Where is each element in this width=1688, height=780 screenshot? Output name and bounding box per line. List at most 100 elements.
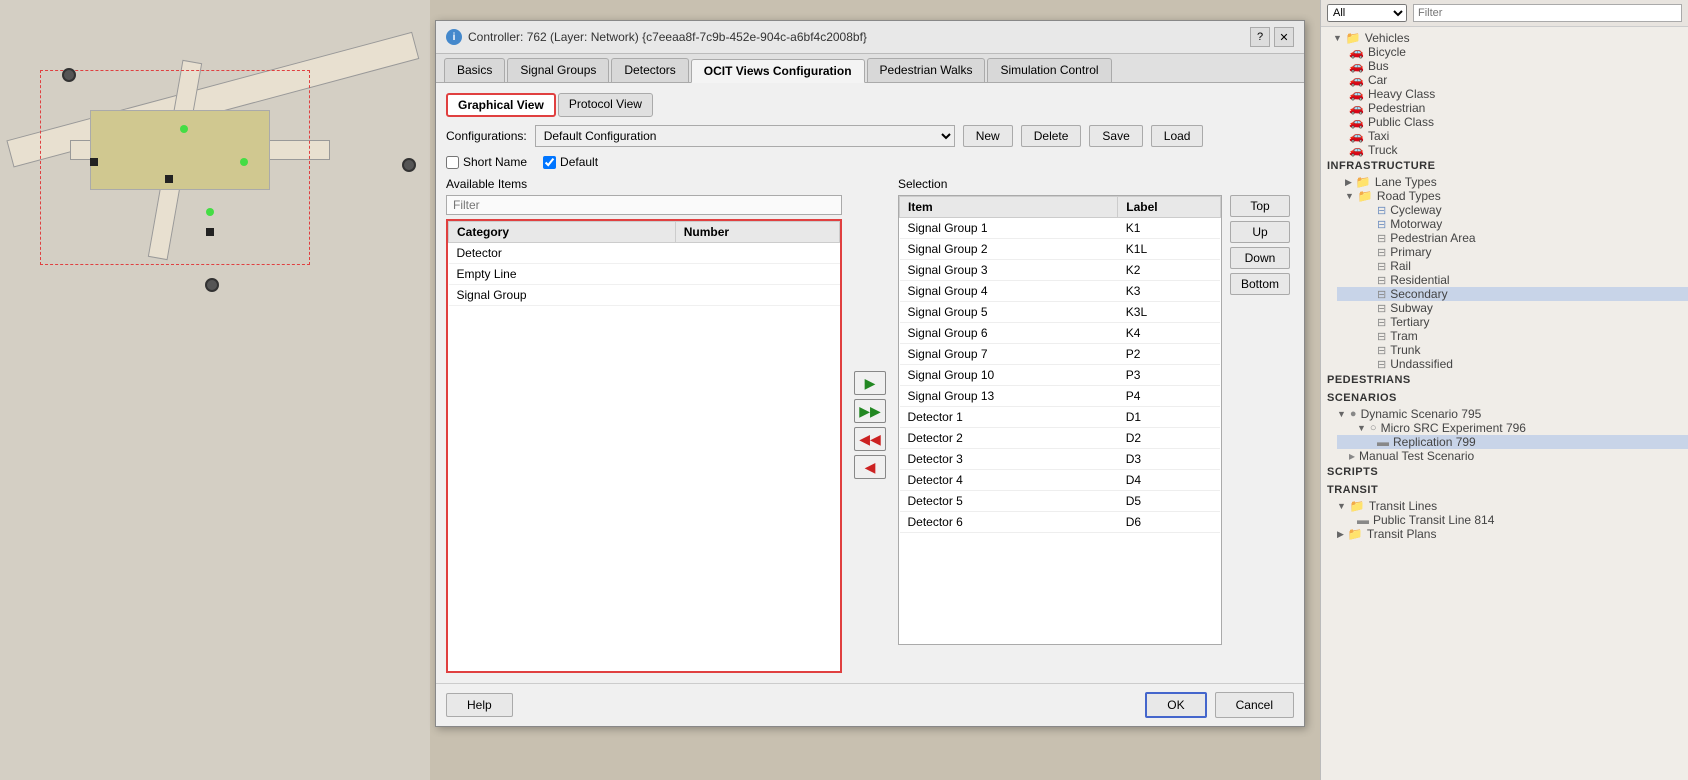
transfer-left-all-btn[interactable]: ◀◀ [854, 427, 886, 451]
selection-item-row[interactable]: Detector 3D3 [900, 449, 1221, 470]
selection-item-row[interactable]: Detector 2D2 [900, 428, 1221, 449]
bottom-button[interactable]: Bottom [1230, 273, 1290, 295]
transfer-right-all-btn[interactable]: ▶▶ [854, 399, 886, 423]
tab-ocit-views[interactable]: OCIT Views Configuration [691, 59, 865, 83]
category-header: Category [449, 222, 676, 243]
selection-item-row[interactable]: Detector 1D1 [900, 407, 1221, 428]
label-cell: K4 [1118, 323, 1221, 344]
tab-pedestrian-walks[interactable]: Pedestrian Walks [867, 58, 986, 82]
sidebar-tree: ▼ 📁 Vehicles 🚗Bicycle 🚗Bus 🚗Car 🚗Heavy C… [1321, 27, 1688, 545]
dialog-tabs: Basics Signal Groups Detectors OCIT View… [436, 54, 1304, 83]
sidebar-item-transit-lines[interactable]: ▼ 📁 Transit Lines [1329, 499, 1688, 513]
sidebar-item-primary[interactable]: ⊟Primary [1337, 245, 1688, 259]
available-item-row[interactable]: Signal Group [449, 285, 840, 306]
sub-tab-graphical[interactable]: Graphical View [446, 93, 556, 117]
sidebar-item-dynamic-scenario[interactable]: ▼ ● Dynamic Scenario 795 [1329, 407, 1688, 421]
sidebar-item-truck[interactable]: 🚗Truck [1329, 143, 1688, 157]
sidebar-item-public-class[interactable]: 🚗Public Class [1329, 115, 1688, 129]
top-button[interactable]: Top [1230, 195, 1290, 217]
sidebar-item-subway[interactable]: ⊟Subway [1337, 301, 1688, 315]
selection-item-row[interactable]: Detector 5D5 [900, 491, 1221, 512]
sidebar-item-rail[interactable]: ⊟Rail [1337, 259, 1688, 273]
cancel-button[interactable]: Cancel [1215, 692, 1294, 718]
sidebar-item-manual-test[interactable]: ▸ Manual Test Scenario [1329, 449, 1688, 463]
selection-item-row[interactable]: Signal Group 4K3 [900, 281, 1221, 302]
tab-simulation-control[interactable]: Simulation Control [987, 58, 1111, 82]
category-cell: Detector [449, 243, 676, 264]
selection-table-wrapper[interactable]: Item Label Signal Group 1K1Signal Group … [898, 195, 1222, 645]
available-items-scroll[interactable]: Category Number DetectorEmpty LineSignal… [448, 221, 840, 671]
sidebar-item-undassified[interactable]: ⊟Undassified [1337, 357, 1688, 371]
main-dialog: i Controller: 762 (Layer: Network) {c7ee… [435, 20, 1305, 727]
sub-tab-protocol[interactable]: Protocol View [558, 93, 653, 117]
sidebar-item-tertiary[interactable]: ⊟Tertiary [1337, 315, 1688, 329]
sidebar-item-lane-types[interactable]: ▶ 📁 Lane Types [1329, 175, 1688, 189]
sidebar-filter-input[interactable] [1413, 4, 1682, 22]
folder-icon: 📁 [1356, 175, 1371, 189]
available-item-row[interactable]: Detector [449, 243, 840, 264]
default-checkbox[interactable] [543, 156, 556, 169]
sidebar-item-cycleway[interactable]: ⊟Cycleway [1337, 203, 1688, 217]
sidebar-item-residential[interactable]: ⊟Residential [1337, 273, 1688, 287]
sidebar-item-bus[interactable]: 🚗Bus [1329, 59, 1688, 73]
short-name-label[interactable]: Short Name [446, 155, 527, 169]
dialog-close-btn[interactable]: ✕ [1274, 27, 1294, 47]
save-button[interactable]: Save [1089, 125, 1142, 147]
new-button[interactable]: New [963, 125, 1013, 147]
sidebar-item-replication[interactable]: ▬ Replication 799 [1337, 435, 1688, 449]
load-button[interactable]: Load [1151, 125, 1204, 147]
sidebar-dropdown[interactable]: All [1327, 4, 1407, 22]
selection-item-row[interactable]: Signal Group 3K2 [900, 260, 1221, 281]
transit-group: ▼ 📁 Transit Lines ▬ Public Transit Line … [1321, 499, 1688, 541]
selection-item-row[interactable]: Signal Group 5K3L [900, 302, 1221, 323]
label-cell: D6 [1118, 512, 1221, 533]
tab-detectors[interactable]: Detectors [611, 58, 688, 82]
available-items-table-wrapper: Category Number DetectorEmpty LineSignal… [446, 219, 842, 673]
label-cell: K3 [1118, 281, 1221, 302]
sidebar-item-car[interactable]: 🚗Car [1329, 73, 1688, 87]
vehicle-icon: 🚗 [1349, 87, 1364, 101]
sidebar-item-secondary[interactable]: ⊟Secondary [1337, 287, 1688, 301]
sidebar-item-bicycle[interactable]: 🚗Bicycle [1329, 45, 1688, 59]
up-button[interactable]: Up [1230, 221, 1290, 243]
selection-item-row[interactable]: Detector 6D6 [900, 512, 1221, 533]
down-button[interactable]: Down [1230, 247, 1290, 269]
default-label[interactable]: Default [543, 155, 598, 169]
selection-item-row[interactable]: Signal Group 7P2 [900, 344, 1221, 365]
tab-basics[interactable]: Basics [444, 58, 505, 82]
selection-item-row[interactable]: Detector 4D4 [900, 470, 1221, 491]
number-cell [675, 243, 839, 264]
selection-item-row[interactable]: Signal Group 6K4 [900, 323, 1221, 344]
config-row: Configurations: Default Configuration Ne… [446, 125, 1294, 147]
vehicle-icon: 🚗 [1349, 45, 1364, 59]
sidebar-item-taxi[interactable]: 🚗Taxi [1329, 129, 1688, 143]
sidebar-item-public-transit[interactable]: ▬ Public Transit Line 814 [1329, 513, 1688, 527]
sidebar-item-trunk[interactable]: ⊟Trunk [1337, 343, 1688, 357]
transfer-right-btn[interactable]: ▶ [854, 371, 886, 395]
sidebar-item-road-types[interactable]: ▼ 📁 Road Types [1329, 189, 1688, 203]
ok-button[interactable]: OK [1145, 692, 1206, 718]
sidebar-item-tram[interactable]: ⊟Tram [1337, 329, 1688, 343]
arrow-right-double-icon: ▶▶ [859, 403, 881, 420]
sidebar-item-motorway[interactable]: ⊟Motorway [1337, 217, 1688, 231]
scenarios-group: ▼ ● Dynamic Scenario 795 ▼ ○ Micro SRC E… [1321, 407, 1688, 463]
selection-item-row[interactable]: Signal Group 13P4 [900, 386, 1221, 407]
sidebar-item-transit-plans[interactable]: ▶ 📁 Transit Plans [1329, 527, 1688, 541]
configurations-select[interactable]: Default Configuration [535, 125, 955, 147]
help-footer-btn[interactable]: Help [446, 693, 513, 717]
sidebar-item-micro-src[interactable]: ▼ ○ Micro SRC Experiment 796 [1337, 421, 1688, 435]
dialog-help-btn[interactable]: ? [1250, 27, 1270, 47]
transfer-left-btn[interactable]: ◀ [854, 455, 886, 479]
sidebar-item-pedestrian-area[interactable]: ⊟Pedestrian Area [1337, 231, 1688, 245]
sidebar-item-heavy-class[interactable]: 🚗Heavy Class [1329, 87, 1688, 101]
short-name-checkbox[interactable] [446, 156, 459, 169]
selection-item-row[interactable]: Signal Group 10P3 [900, 365, 1221, 386]
available-item-row[interactable]: Empty Line [449, 264, 840, 285]
sidebar-item-vehicles[interactable]: ▼ 📁 Vehicles [1321, 31, 1688, 45]
filter-input[interactable] [446, 195, 842, 215]
delete-button[interactable]: Delete [1021, 125, 1082, 147]
selection-item-row[interactable]: Signal Group 2K1L [900, 239, 1221, 260]
selection-item-row[interactable]: Signal Group 1K1 [900, 218, 1221, 239]
tab-signal-groups[interactable]: Signal Groups [507, 58, 609, 82]
sidebar-item-pedestrian[interactable]: 🚗Pedestrian [1329, 101, 1688, 115]
